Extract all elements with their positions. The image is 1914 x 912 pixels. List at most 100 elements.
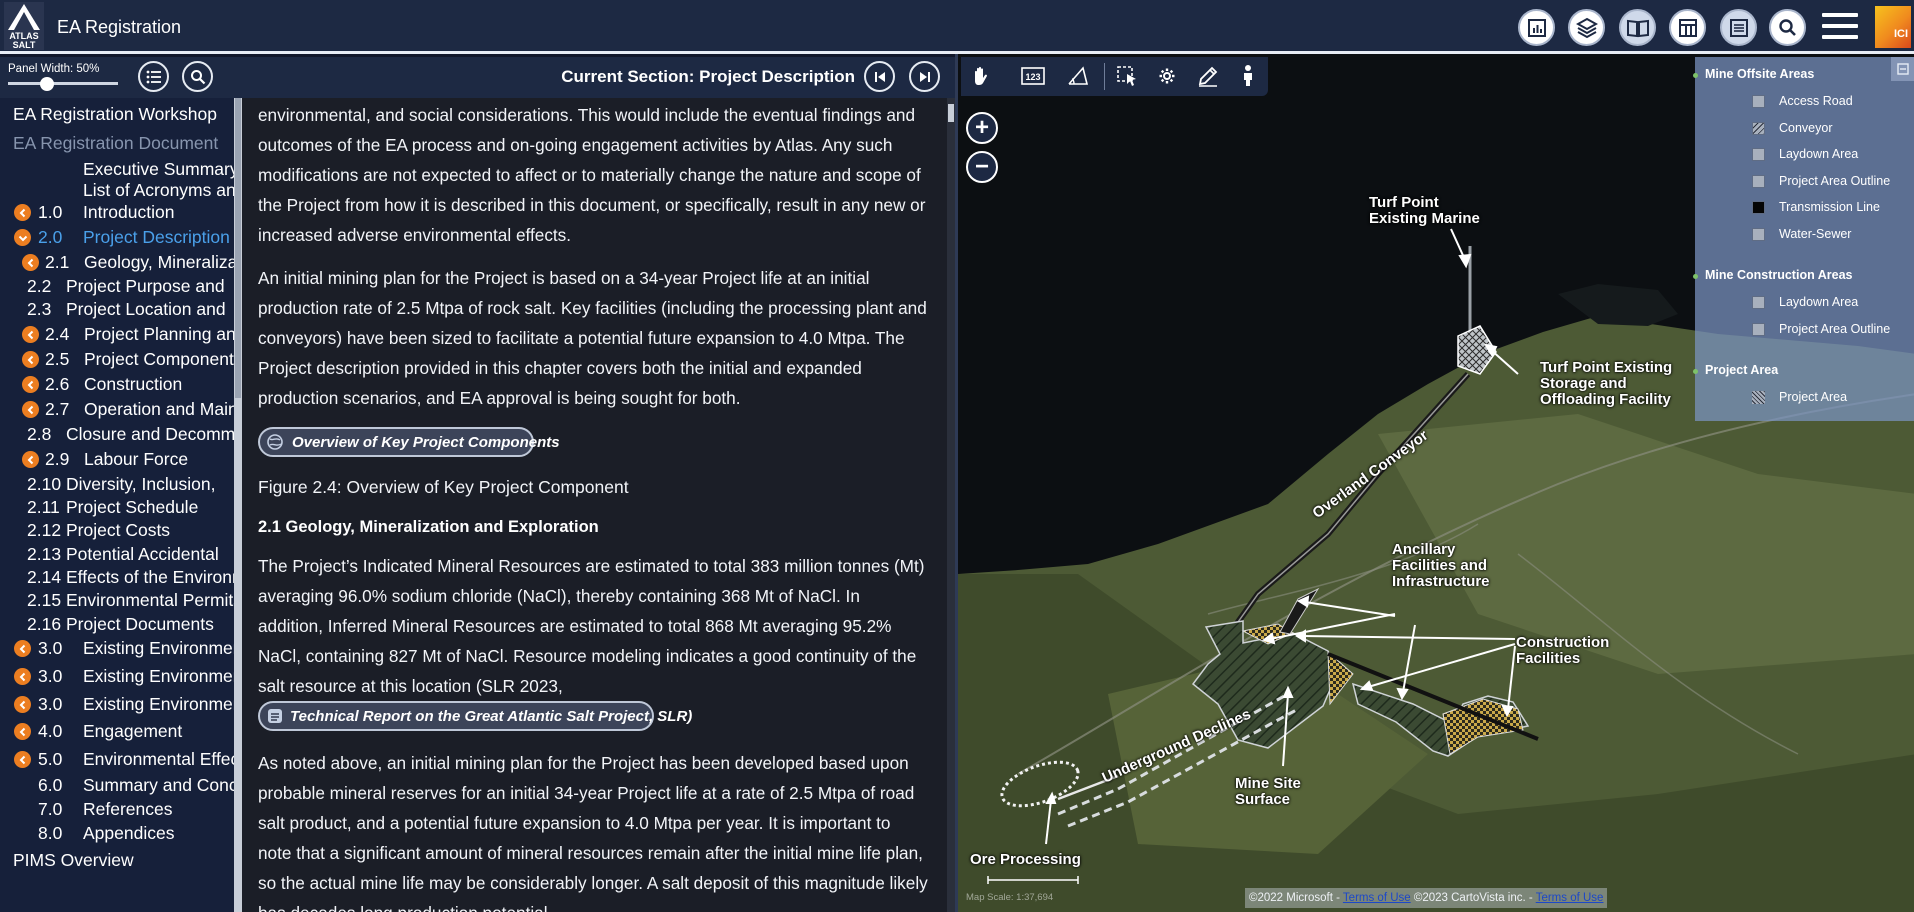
figure-caption: Figure 2.4: Overview of Key Project Comp…	[258, 477, 629, 497]
toc-item[interactable]: 2.0 Project Description	[0, 226, 234, 248]
table-view-button[interactable]	[1669, 9, 1706, 46]
toc-item[interactable]: Executive Summary	[0, 158, 234, 180]
person-icon	[1244, 65, 1252, 86]
toc-item[interactable]: 2.13 Potential Accidental	[0, 543, 234, 565]
draw-tool-button[interactable]	[1194, 62, 1222, 90]
document-panel: Current Section: Project Description env…	[242, 57, 955, 912]
toc-item[interactable]: 2.4 Project Planning and	[0, 323, 234, 345]
current-section-title: Current Section: Project Description	[561, 67, 855, 86]
chevron-left-icon[interactable]	[14, 751, 31, 768]
toc-list-button[interactable]	[138, 61, 169, 92]
map-legend: Mine Offsite Areas Access Road Conveyor Lay…	[1693, 57, 1914, 421]
pan-tool-button[interactable]	[967, 62, 995, 90]
panel-width-slider-track[interactable]	[8, 82, 118, 85]
measure-tool-button[interactable]	[1064, 62, 1092, 90]
toc-item[interactable]: 2.16 Project Documents	[0, 613, 234, 635]
terms-of-use-link-cartovista[interactable]: Terms of Use	[1536, 892, 1604, 904]
toc-item[interactable]: 3.0 Existing Environment	[0, 637, 234, 659]
technical-report-link[interactable]: Technical Report on the Great Atlantic S…	[258, 701, 692, 731]
toc-scrollbar-thumb[interactable]	[235, 98, 241, 398]
toc-scrollbar[interactable]	[234, 98, 242, 912]
toc-item[interactable]: 2.10 Diversity, Inclusion,	[0, 473, 234, 495]
toc-item-number: 2.11	[27, 497, 60, 517]
layers-button[interactable]	[1568, 9, 1605, 46]
panel-width-slider-handle[interactable]	[40, 77, 54, 91]
street-view-tool-button[interactable]	[1234, 62, 1262, 90]
search-button[interactable]	[1769, 9, 1806, 46]
toc-item-number: 2.5	[45, 349, 70, 369]
toc-item[interactable]: EA Registration Document	[0, 132, 234, 154]
toc-item-number: 2.2	[27, 276, 52, 296]
toc-item[interactable]: 2.15 Environmental Permits	[0, 589, 234, 611]
legend-collapse-button[interactable]	[1891, 57, 1914, 81]
ici-logo[interactable]: ICI	[1875, 6, 1911, 48]
overview-components-link[interactable]: Overview of Key Project Components	[258, 427, 560, 457]
previous-section-button[interactable]	[864, 61, 895, 92]
toc-item[interactable]: 2.6 Construction	[0, 373, 234, 395]
toc-item[interactable]: PIMS Overview	[0, 849, 234, 871]
next-section-button[interactable]	[909, 61, 940, 92]
toc-item[interactable]: 2.12 Project Costs	[0, 519, 234, 541]
toc-item-number: 4.0	[38, 721, 63, 741]
map-label-turf-point-marine: Turf Point Existing Marine	[1369, 194, 1480, 227]
toc-item-number: 2.6	[45, 374, 70, 394]
toc-item[interactable]: 2.7 Operation and Maintenance	[0, 398, 234, 420]
toc-item[interactable]: List of Acronyms and	[0, 179, 234, 201]
zoom-out-button[interactable]: −	[966, 151, 998, 183]
reports-button[interactable]	[1518, 9, 1555, 46]
toc-item[interactable]: 7.0 References	[0, 798, 234, 820]
toc-item[interactable]: 2.9 Labour Force	[0, 448, 234, 470]
map-panel[interactable]: 123 + − Turf Point Existing Marine Turf P…	[955, 54, 1914, 912]
coordinates-tool-button[interactable]: 123	[1019, 62, 1047, 90]
legend-group-title[interactable]: Mine Offsite Areas	[1705, 67, 1814, 81]
chevron-left-icon[interactable]	[14, 204, 31, 221]
chevron-left-icon[interactable]	[14, 640, 31, 657]
map-label-ancillary-facilities: Ancillary Facilities and Infrastructure	[1392, 541, 1490, 590]
legend-group-marker	[1693, 274, 1698, 279]
legend-group-title[interactable]: Project Area	[1705, 363, 1778, 377]
open-book-icon	[1626, 19, 1649, 37]
toc-item-number: 6.0	[38, 775, 63, 795]
toc-item[interactable]: EA Registration Workshop	[0, 103, 234, 125]
toc-item[interactable]: 2.5 Project Components	[0, 348, 234, 370]
document-scrollbar[interactable]	[947, 98, 955, 912]
chevron-left-icon[interactable]	[22, 451, 39, 468]
toc-item[interactable]: 4.0 Engagement	[0, 720, 234, 742]
list-view-button[interactable]	[1720, 9, 1757, 46]
terms-of-use-link-microsoft[interactable]: Terms of Use	[1343, 892, 1411, 904]
document-view-button[interactable]	[1619, 9, 1656, 46]
toc-item[interactable]: 2.3 Project Location and	[0, 298, 234, 320]
document-scrollbar-thumb[interactable]	[948, 104, 954, 122]
toc-item[interactable]: 6.0 Summary and Conclusions	[0, 774, 234, 796]
toc-item-label: Project Components	[84, 349, 234, 369]
chevron-left-icon[interactable]	[22, 351, 39, 368]
toc-item[interactable]: 2.11 Project Schedule	[0, 496, 234, 518]
toc-item[interactable]: 2.8 Closure and Decommissioning	[0, 423, 234, 445]
toc-item[interactable]: 3.0 Existing Environment	[0, 665, 234, 687]
chevron-left-icon[interactable]	[14, 723, 31, 740]
gear-icon	[1159, 68, 1175, 84]
settings-tool-button[interactable]	[1153, 62, 1181, 90]
chevron-left-icon[interactable]	[22, 326, 39, 343]
toc-item[interactable]: 2.2 Project Purpose and	[0, 275, 234, 297]
chevron-left-icon[interactable]	[14, 696, 31, 713]
toc-item[interactable]: 1.0 Introduction	[0, 201, 234, 223]
chevron-left-icon[interactable]	[22, 376, 39, 393]
logo-text-salt: SALT	[12, 40, 36, 50]
atlas-salt-logo[interactable]: ATLAS SALT	[4, 2, 44, 50]
chevron-left-icon[interactable]	[14, 668, 31, 685]
legend-group-title[interactable]: Mine Construction Areas	[1705, 268, 1852, 282]
zoom-in-button[interactable]: +	[966, 112, 998, 144]
select-tool-button[interactable]	[1113, 62, 1141, 90]
hamburger-menu-button[interactable]	[1822, 13, 1858, 41]
chevron-down-icon[interactable]	[14, 229, 31, 246]
toc-item[interactable]: 5.0 Environmental Effects	[0, 748, 234, 770]
toc-item[interactable]: 8.0 Appendices	[0, 822, 234, 844]
chevron-left-icon[interactable]	[22, 254, 39, 271]
chevron-left-icon[interactable]	[22, 401, 39, 418]
document-header: Current Section: Project Description	[242, 57, 955, 98]
toc-item[interactable]: 2.1 Geology, Mineralization	[0, 251, 234, 273]
toc-search-button[interactable]	[182, 61, 213, 92]
toc-item[interactable]: 2.14Effects of the Environment	[0, 566, 234, 588]
toc-item[interactable]: 3.0 Existing Environment	[0, 693, 234, 715]
